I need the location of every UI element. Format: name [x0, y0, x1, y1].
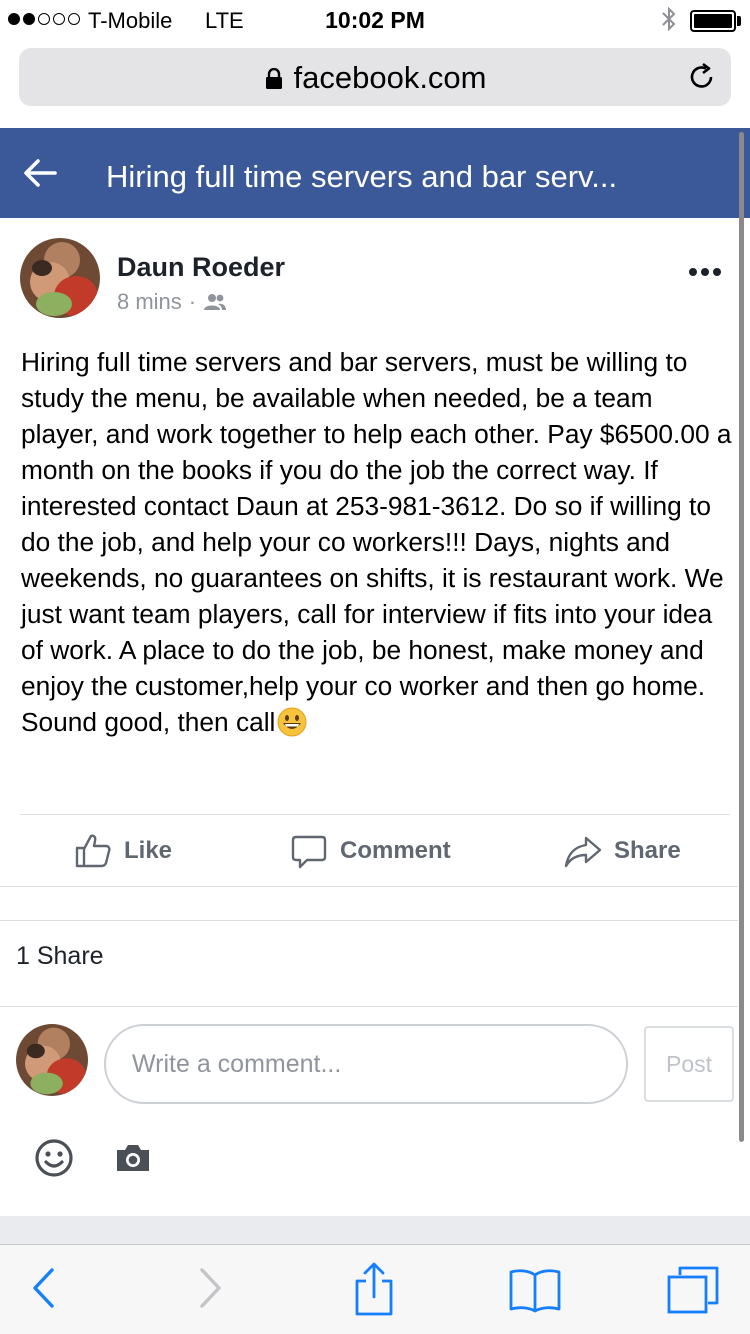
share-icon[interactable] — [352, 1261, 396, 1317]
share-label: Share — [614, 837, 681, 864]
comment-label: Comment — [340, 837, 451, 864]
grinning-face-emoji-icon — [277, 707, 307, 737]
post-body: Hiring full time servers and bar servers… — [21, 344, 733, 740]
bluetooth-icon — [662, 6, 676, 32]
thumbs-up-icon — [75, 834, 111, 868]
page-header: Hiring full time servers and bar serv... — [0, 128, 750, 218]
clock: 10:02 PM — [325, 7, 425, 33]
tabs-icon[interactable] — [666, 1265, 720, 1315]
url-text: facebook.com — [293, 60, 487, 95]
post-text: Hiring full time servers and bar servers… — [21, 347, 732, 737]
camera-icon[interactable] — [114, 1142, 152, 1174]
battery-tip — [737, 16, 741, 26]
post-meta: 8 mins · — [117, 289, 227, 315]
reload-icon[interactable] — [687, 62, 717, 92]
more-options-icon[interactable] — [688, 266, 722, 278]
sticker-icon[interactable] — [34, 1138, 74, 1178]
address-bar[interactable]: facebook.com — [19, 48, 731, 106]
divider — [20, 814, 730, 815]
commenter-avatar — [16, 1024, 88, 1096]
status-bar: T-Mobile LTE 10:02 PM — [0, 0, 750, 40]
shares-count[interactable]: 1 Share — [16, 942, 104, 971]
back-arrow-icon[interactable] — [22, 156, 58, 190]
friends-icon — [204, 294, 227, 310]
comment-button[interactable]: Comment — [290, 830, 451, 872]
back-icon[interactable] — [30, 1267, 56, 1309]
like-label: Like — [124, 837, 173, 864]
page-title: Hiring full time servers and bar serv... — [106, 159, 618, 194]
forward-icon[interactable] — [198, 1267, 224, 1309]
feed-separator — [0, 1216, 750, 1244]
post-timestamp[interactable]: 8 mins — [117, 289, 182, 315]
comment-bubble-icon — [291, 835, 327, 869]
bookmarks-icon[interactable] — [508, 1267, 562, 1313]
post-comment-button[interactable]: Post — [644, 1026, 734, 1102]
like-button[interactable]: Like — [74, 830, 172, 872]
browser-toolbar — [0, 1244, 750, 1334]
share-button[interactable]: Share — [564, 830, 681, 872]
post-author-name[interactable]: Daun Roeder — [117, 252, 285, 283]
avatar[interactable] — [20, 238, 100, 318]
comment-input[interactable] — [104, 1024, 628, 1104]
scrollbar[interactable] — [739, 132, 744, 1142]
share-arrow-icon — [564, 836, 602, 868]
battery-icon — [690, 10, 736, 32]
divider — [0, 886, 738, 887]
divider — [0, 920, 738, 921]
divider — [0, 1006, 738, 1007]
meta-separator: · — [188, 289, 197, 314]
